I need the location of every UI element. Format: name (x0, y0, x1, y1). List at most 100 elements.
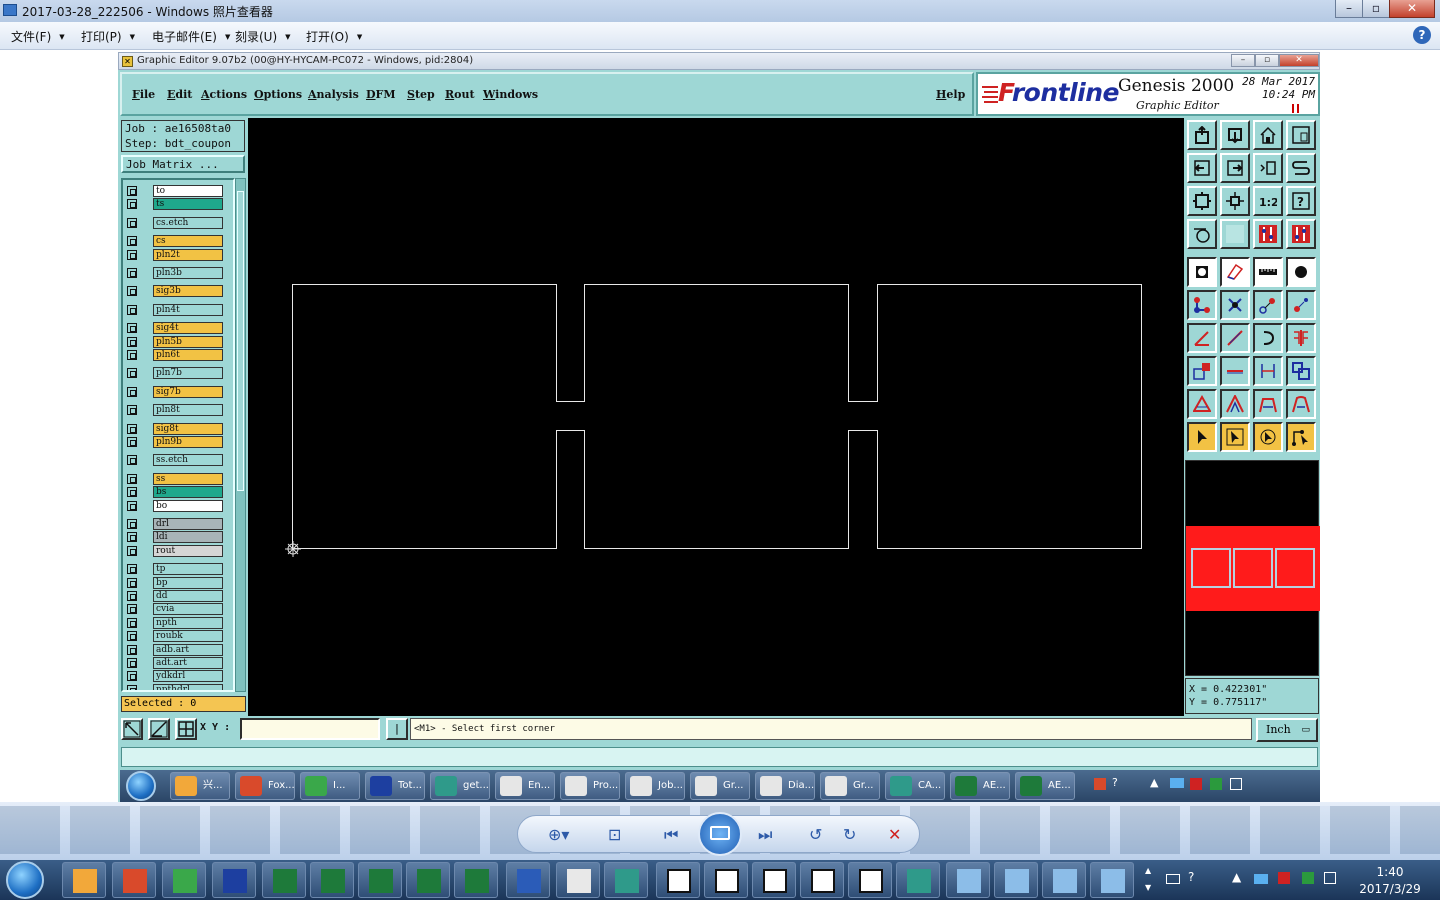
layer-row[interactable]: cs.etch (127, 216, 227, 229)
close-button[interactable]: ✕ (1389, 0, 1435, 18)
taskbar-item[interactable] (752, 862, 796, 898)
layer-checkbox[interactable] (127, 487, 137, 498)
layer-name[interactable]: ss (153, 472, 223, 485)
grid-icon[interactable] (1220, 219, 1250, 249)
move-point-icon[interactable] (1286, 290, 1316, 320)
center-icon[interactable] (1220, 186, 1250, 216)
menu-help[interactable]: Help (936, 88, 965, 101)
layer-row[interactable]: sig3b (127, 285, 227, 298)
layer-name[interactable]: sig3b (153, 285, 223, 298)
layer-name[interactable]: adb.art (153, 643, 223, 656)
delete-icon[interactable]: ✕ (888, 825, 901, 844)
menu-options[interactable]: Options (254, 88, 302, 101)
layer-name[interactable]: ss.etch (153, 454, 223, 467)
scale-1to2-icon[interactable]: 1:2 (1253, 186, 1283, 216)
layer-checkbox[interactable] (127, 323, 137, 334)
surface-tool-icon[interactable] (1220, 257, 1250, 287)
layer-name[interactable]: sig7b (153, 385, 223, 398)
inner-taskbar-item[interactable]: Pro... (560, 772, 620, 800)
query-icon[interactable]: ? (1286, 186, 1316, 216)
bend-tool-icon[interactable] (1286, 389, 1316, 419)
xy-input[interactable] (240, 718, 380, 740)
zoom-window-icon[interactable] (1286, 120, 1316, 150)
layer-row[interactable]: pln5b (127, 335, 227, 348)
layer-checkbox[interactable] (127, 545, 137, 556)
layer-checkbox[interactable] (127, 532, 137, 543)
angle-tool-icon[interactable] (1187, 323, 1217, 353)
layer-row[interactable]: cs (127, 235, 227, 248)
layer-name[interactable]: tp (153, 563, 223, 576)
delete-point-icon[interactable] (1220, 290, 1250, 320)
grid-mode-icon[interactable] (175, 718, 197, 740)
zoom-icon[interactable]: ⊕▾ (548, 825, 569, 844)
taskbar-item[interactable] (656, 862, 700, 898)
inner-taskbar-item[interactable]: Gr... (690, 772, 750, 800)
next-icon[interactable]: ⏭ (758, 825, 772, 845)
layer-row[interactable]: npthdrl (127, 683, 227, 690)
layer-checkbox[interactable] (127, 473, 137, 484)
inner-taskbar-item[interactable]: AE... (1015, 772, 1075, 800)
help-icon[interactable]: ? (1413, 26, 1431, 44)
taskbar-item[interactable] (604, 862, 648, 898)
inner-taskbar-item[interactable]: Gr... (820, 772, 880, 800)
taskbar-item[interactable] (896, 862, 940, 898)
menu-dfm[interactable]: DFM (366, 88, 396, 101)
inner-taskbar-item[interactable]: AE... (950, 772, 1010, 800)
layer-checkbox[interactable] (127, 500, 137, 511)
layer-name[interactable]: roubk (153, 630, 223, 643)
layer-row[interactable]: rout (127, 544, 227, 557)
save-view-icon[interactable] (1187, 120, 1217, 150)
layer-checkbox[interactable] (127, 268, 137, 278)
layer-checkbox[interactable] (127, 644, 137, 655)
previous-icon[interactable]: ⏮ (664, 825, 678, 845)
layer-row[interactable]: pln7b (127, 367, 227, 380)
layer-row[interactable]: cvia (127, 603, 227, 616)
inner-start-button[interactable] (126, 771, 156, 801)
rotate-ccw-icon[interactable]: ↺ (809, 825, 822, 844)
menu-windows[interactable]: Windows (483, 88, 538, 101)
layer-row[interactable]: pln6t (127, 349, 227, 361)
measure-tool-icon[interactable] (1253, 257, 1283, 287)
layer-checkbox[interactable] (127, 591, 137, 601)
layer-name[interactable]: pln5b (153, 335, 223, 348)
taskbar-item[interactable] (994, 862, 1038, 898)
taskbar-item[interactable] (704, 862, 748, 898)
layer-name[interactable]: pln2t (153, 248, 223, 261)
line-tool-icon[interactable] (1220, 323, 1250, 353)
menu-print[interactable]: 打印(P) (81, 28, 135, 45)
layer-row[interactable]: npth (127, 616, 227, 629)
inner-taskbar-item[interactable]: En... (495, 772, 555, 800)
layer-name[interactable]: rout (153, 544, 223, 557)
inner-taskbar-item[interactable]: CA... (885, 772, 945, 800)
layer-name[interactable]: npthdrl (153, 683, 223, 690)
pad-tool-icon[interactable] (1187, 257, 1217, 287)
taskbar-item[interactable] (800, 862, 844, 898)
layer-row[interactable]: pln9b (127, 436, 227, 448)
layer-name[interactable]: pln3b (153, 267, 223, 279)
actual-size-icon[interactable]: ⊡ (608, 825, 621, 844)
layer-name[interactable]: bp (153, 576, 223, 589)
taskbar-scroll[interactable]: ▲ ▼ (1145, 862, 1155, 896)
genesis-close-button[interactable]: ✕ (1279, 54, 1319, 67)
layer-checkbox[interactable] (127, 455, 137, 466)
layer-checkbox[interactable] (127, 304, 137, 315)
menu-edit[interactable]: Edit (167, 88, 192, 101)
layer-name[interactable]: pln9b (153, 436, 223, 448)
pan-left-icon[interactable] (1187, 153, 1217, 183)
load-view-icon[interactable] (1220, 120, 1250, 150)
layer-row[interactable]: ts (127, 198, 227, 211)
layer-row[interactable]: drl (127, 518, 227, 530)
rotate-cw-icon[interactable]: ↻ (843, 825, 856, 844)
select-net-icon[interactable] (1286, 422, 1316, 452)
layer-checkbox[interactable] (127, 423, 137, 434)
layer-name[interactable]: npth (153, 616, 223, 629)
inner-taskbar-item[interactable]: Job... (625, 772, 685, 800)
layer-name[interactable]: ydkdrl (153, 670, 223, 683)
zoom-fit-icon[interactable] (1187, 186, 1217, 216)
layer-row[interactable]: pln3b (127, 267, 227, 279)
select-lasso-icon[interactable] (1253, 422, 1283, 452)
layer-row[interactable]: sig8t (127, 422, 227, 435)
layer-name[interactable]: pln4t (153, 303, 223, 316)
xy-apply-button[interactable]: | (386, 718, 408, 740)
layer-name[interactable]: bs (153, 486, 223, 499)
